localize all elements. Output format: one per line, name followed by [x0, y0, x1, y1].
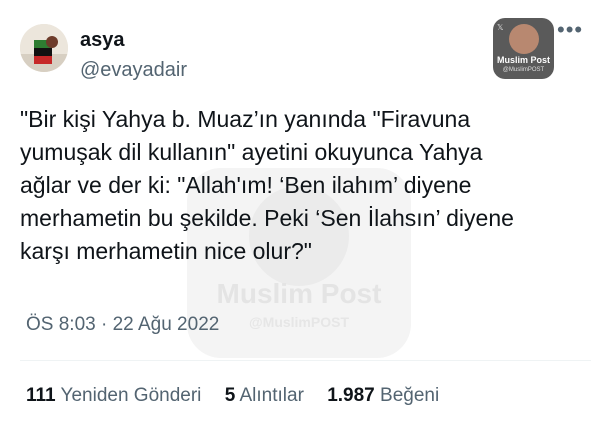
quotes-label: Alıntılar	[239, 385, 304, 406]
avatar-image	[20, 24, 68, 72]
watermark-subtitle: @MuslimPOST	[249, 314, 349, 330]
tweet-stats: 111 Yeniden Gönderi 5 Alıntılar 1.987 Be…	[26, 385, 457, 407]
likes-count: 1.987	[327, 385, 375, 406]
badge-avatar	[509, 24, 539, 54]
timestamp-separator: ·	[101, 314, 108, 335]
tweet-text: "Bir kişi Yahya b. Muaz’ın yanında "Fira…	[20, 103, 580, 268]
retweets-stat[interactable]: 111 Yeniden Gönderi	[26, 385, 207, 406]
tweet-timestamp[interactable]: ÖS 8:03 · 22 Ağu 2022	[26, 314, 219, 336]
muslim-post-badge: 𝕏 Muslim Post @MuslimPOST	[493, 18, 554, 79]
retweets-count: 111	[26, 385, 56, 406]
x-logo-icon: 𝕏	[497, 23, 504, 32]
avatar[interactable]	[20, 24, 68, 72]
badge-subtitle: @MuslimPOST	[502, 67, 545, 73]
tweet-line: "Bir kişi Yahya b. Muaz’ın yanında "Fira…	[20, 106, 471, 132]
quotes-count: 5	[224, 385, 236, 406]
tweet-line: ağlar ve der ki: "Allah'ım! ‘Ben ilahım’…	[20, 172, 472, 198]
tweet-line: karşı merhametin nice olur?"	[20, 238, 312, 264]
tweet-line: merhametin bu şekilde. Peki ‘Sen İlahsın…	[20, 205, 514, 231]
divider	[20, 360, 591, 361]
quotes-stat[interactable]: 5 Alıntılar	[225, 385, 310, 406]
tweet-date: 22 Ağu 2022	[112, 314, 220, 335]
retweets-label: Yeniden Gönderi	[60, 385, 202, 406]
badge-title: Muslim Post	[496, 55, 550, 65]
likes-label: Beğeni	[380, 385, 440, 406]
user-handle[interactable]: @evayadair	[80, 59, 187, 82]
likes-stat[interactable]: 1.987 Beğeni	[327, 385, 439, 406]
tweet-time: ÖS 8:03	[26, 314, 96, 335]
tweet-line: yumuşak dil kullanın" ayetini okuyunca Y…	[20, 139, 483, 165]
more-options-icon[interactable]: •••	[557, 19, 583, 44]
display-name[interactable]: asya	[80, 29, 125, 52]
watermark-title: Muslim Post	[216, 278, 382, 309]
